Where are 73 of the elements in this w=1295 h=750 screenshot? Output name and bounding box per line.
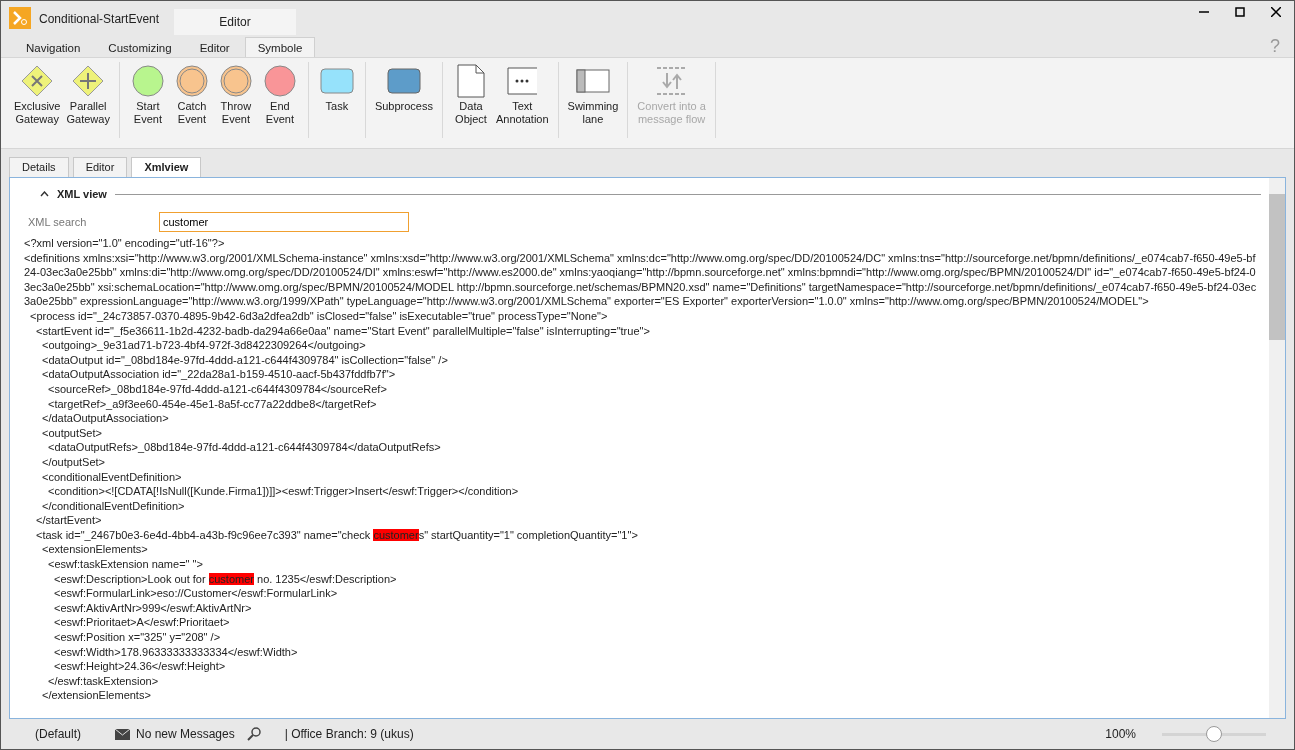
- xml-line: </startEvent>: [35, 513, 103, 528]
- app-logo-icon: [9, 7, 31, 29]
- ribbon-tab[interactable]: Navigation: [13, 37, 94, 57]
- ribbon-button[interactable]: Exclusive Gateway: [11, 62, 64, 126]
- xml-line: <eswf:Height>24.36</eswf:Height>: [53, 659, 227, 674]
- xml-line: <definitions xmlns:xsi="http://www.w3.org/2001/XMLSchema-instance" xmlns:xsd="http://www.w3.org/2001/XMLSchema" xmlns:dc="http://www.omg.org/spec/DD/20100524/DC" xmlns:tns="http://sourceforge.net/bpmn/definitions/_e074cab7-f650-49e5-bf24-03ec3a0e25bb" xmlns:di="http://www.omg.org/spec/DD/20100524/DI" xmlns:eswf="http://www.es2000.de" xmlns:yaoqiang="http://bpmn.sourceforge.net" xmlns:bpmndi="http://www.omg.org/spec/BPMN/20100524/DI" id="_e074cab7-f650-49e5-bf24-03ec3a0e25bb" xsi:schemaLocation="http://www.omg.org/spec/BPMN/20100524/MODEL http://bpmn.sourceforge.net/schemas/BPMN20.xsd" name="Definitions" targetNamespace="http://sourceforge.net/bpmn/definitions/_e074cab7-f650-49e5-bf24-03ec3a0e25bb" expressionLanguage="http://www.w3.org/1999/XPath" typeLanguage="http://www.w3.org/2001/XMLSchema" exporter="ES Exporter" exporterVersion="1.0.0" xmlns="http://www.omg.org/spec/BPMN/20100524/MODEL">: [24, 250, 1258, 309]
- xml-line: <outgoing>_9e31ad71-b723-4bf4-972f-3d8422309264</outgoing>: [41, 338, 367, 353]
- xml-line: </conditionalEventDefinition>: [41, 498, 186, 514]
- profile-label: (Default): [35, 727, 82, 741]
- xml-line: <sourceRef>_08bd184e-97fd-4ddd-a121-c644f4309784</sourceRef>: [47, 381, 388, 397]
- xml-line: <?xml version="1.0" encoding="utf-16"?>: [24, 236, 226, 251]
- ribbon-button[interactable]: Swimming lane: [564, 62, 622, 126]
- start-event-icon: [130, 64, 165, 98]
- xml-line: </eswf:taskExtension>: [47, 673, 160, 689]
- window-title: Conditional-StartEvent: [39, 12, 161, 26]
- ribbon-button[interactable]: Throw Event: [213, 62, 258, 126]
- scrollbar[interactable]: [1269, 178, 1285, 718]
- xml-line: <targetRef>_a9f3ee60-454e-45e1-8a5f-cc77a22ddbe8</targetRef>: [47, 396, 378, 412]
- ribbon-button[interactable]: Subprocess: [371, 62, 436, 113]
- ribbon-button[interactable]: Task: [314, 62, 359, 113]
- end-event-icon: [262, 64, 297, 98]
- maximize-icon[interactable]: [1235, 7, 1245, 17]
- xml-line: <eswf:Description>Look out for customer no. 1235</eswf:Description>: [53, 571, 398, 587]
- catch-event-icon: [174, 64, 209, 98]
- view-tab[interactable]: Editor: [72, 157, 128, 177]
- search-icon[interactable]: [246, 727, 261, 741]
- gateway-icon: [21, 65, 54, 97]
- chevron-icon[interactable]: [40, 191, 49, 197]
- xml-line: <eswf:taskExtension name=" ">: [47, 557, 204, 572]
- xml-line: <startEvent id="_f5e36611-1b2d-4232-badb-da294a66e0aa" name="Start Event" parallelMultiple="false" isInterrupting="true">: [35, 323, 651, 339]
- subprocess-icon: [386, 68, 421, 94]
- xml-line: <conditionalEventDefinition>: [41, 469, 183, 485]
- task-icon: [319, 68, 354, 94]
- ribbon-button[interactable]: Text Annotation: [493, 62, 552, 126]
- xml-line: <eswf:FormularLink>eso://Customer</eswf:FormularLink>: [53, 586, 339, 601]
- xml-line: <eswf:Prioritaet>A</eswf:Prioritaet>: [53, 615, 231, 631]
- xml-line: <eswf:AktivArtNr>999</eswf:AktivArtNr>: [53, 600, 253, 616]
- search-field[interactable]: customer: [159, 212, 409, 232]
- ribbon-button[interactable]: Catch Event: [169, 62, 214, 126]
- ribbon-tab[interactable]: Symbole: [244, 37, 316, 57]
- xml-line: <dataOutputRefs>_08bd184e-97fd-4ddd-a121-c644f4309784</dataOutputRefs>: [47, 440, 442, 455]
- messages-label: No new Messages: [136, 727, 235, 741]
- xml-line: <eswf:Position x="325" y="208" />: [53, 630, 222, 645]
- lane-icon: [575, 69, 610, 93]
- ribbon-button[interactable]: End Event: [257, 62, 302, 126]
- close-icon[interactable]: [1271, 7, 1281, 17]
- xml-line: </outputSet>: [41, 454, 106, 470]
- section-title: XML view: [57, 188, 107, 200]
- xml-line: <extensionElements>: [41, 542, 149, 558]
- mail-icon: [115, 728, 130, 740]
- ribbon-button[interactable]: Data Object: [449, 62, 493, 126]
- view-tab[interactable]: Details: [9, 157, 69, 177]
- document-icon: [457, 64, 485, 98]
- field-label: XML search: [28, 216, 88, 228]
- xml-line: <dataOutput id="_08bd184e-97fd-4ddd-a121-c644f4309784" isCollection="false" />: [41, 352, 449, 368]
- xml-line: <eswf:Width>178.96333333333334</eswf:Width>: [53, 644, 299, 660]
- ribbon-button[interactable]: Parallel Gateway: [63, 62, 113, 126]
- xml-line: <dataOutputAssociation id="_22da28a1-b159-4510-aacf-5b437fddfb7f">: [41, 367, 397, 382]
- zoom-label: 100%: [1105, 727, 1136, 741]
- xml-line: <condition><![CDATA[!IsNull([Kunde.Firma1])]]><eswf:Trigger>Insert</eswf:Trigger></condition>: [47, 484, 520, 499]
- throw-event-icon: [218, 64, 253, 98]
- xml-line: <outputSet>: [41, 425, 103, 441]
- ribbon-tab[interactable]: Customizing: [95, 37, 185, 57]
- xml-line: </dataOutputAssociation>: [41, 411, 170, 426]
- view-tab[interactable]: Xmlview: [131, 157, 202, 177]
- gateway-icon: [72, 65, 105, 97]
- branch-label: | Office Branch: 9 (ukus): [284, 727, 414, 741]
- annotation-icon: [507, 67, 538, 95]
- xml-line: </extensionElements>: [41, 688, 152, 703]
- ribbon-button[interactable]: Start Event: [125, 62, 170, 126]
- xml-line: <process id="_24c73857-0370-4895-9b42-6d3a2dfea2db" isClosed="false" isExecutable="true" processType="None">: [29, 308, 609, 324]
- context-tab-group: Editor: [174, 9, 296, 35]
- ribbon-tab[interactable]: Editor: [186, 37, 243, 57]
